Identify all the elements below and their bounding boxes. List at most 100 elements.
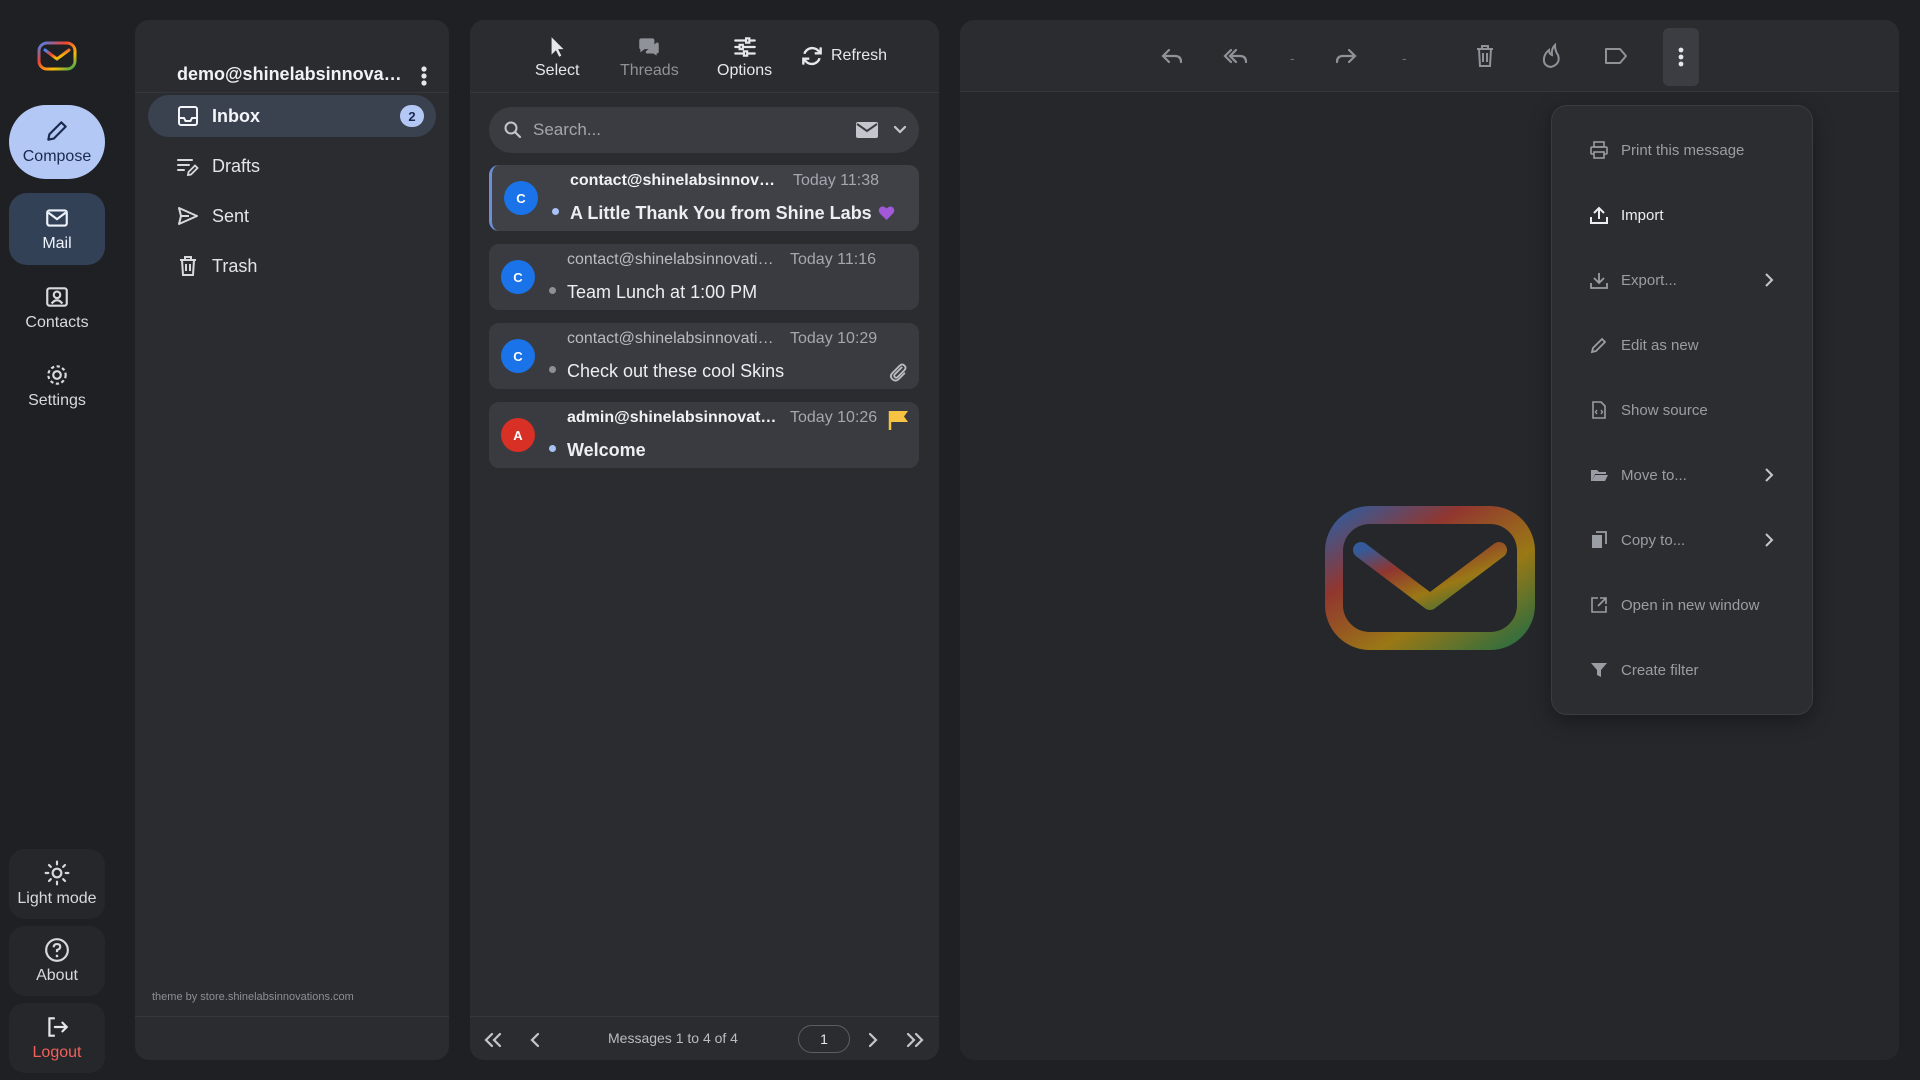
message-subject: Team Lunch at 1:00 PM	[567, 282, 758, 302]
about-button[interactable]: About	[9, 926, 105, 996]
options-label: Options	[717, 62, 773, 79]
divider	[135, 1016, 449, 1017]
menu-item-create-filter[interactable]: Create filter	[1552, 645, 1812, 695]
message-from: contact@shinelabsinnovatio...	[567, 251, 779, 268]
drafts-icon	[177, 159, 199, 177]
label-tag-icon[interactable]	[1602, 42, 1630, 70]
search-bar[interactable]	[489, 107, 919, 153]
threads-button[interactable]: Threads	[620, 34, 679, 80]
cursor-icon	[551, 37, 564, 57]
app-rail: Compose Mail Contacts Settings Light mod…	[0, 0, 114, 1080]
forward-icon[interactable]	[1332, 42, 1360, 70]
logout-icon	[48, 1017, 69, 1037]
menu-item-export[interactable]: Export...	[1552, 255, 1812, 305]
folder-trash[interactable]: Trash	[148, 245, 436, 287]
sun-icon	[44, 860, 70, 886]
folder-label: Inbox	[212, 105, 260, 126]
read-dot	[549, 366, 556, 373]
message-row[interactable]: C contact@shinelabsinnovatio... Today 11…	[489, 244, 919, 310]
previous-page-icon[interactable]	[522, 1027, 548, 1053]
reply-icon[interactable]	[1158, 42, 1186, 70]
junk-flame-icon[interactable]	[1537, 42, 1565, 70]
folder-inbox[interactable]: Inbox 2	[148, 95, 436, 137]
avatar: A	[501, 418, 535, 452]
message-from: admin@shinelabsinnovation...	[567, 409, 779, 426]
folder-label: Trash	[212, 255, 258, 276]
settings-label: Settings	[28, 392, 86, 409]
refresh-label: Refresh	[831, 47, 888, 64]
next-page-icon[interactable]	[860, 1027, 886, 1053]
message-row[interactable]: C contact@shinelabsinnovatio... Today 10…	[489, 323, 919, 389]
menu-item-label: Print this message	[1621, 141, 1745, 159]
message-list-panel: Select Threads Options Refresh C contact…	[470, 20, 939, 1060]
envelope-icon[interactable]	[855, 120, 879, 140]
menu-item-label: Create filter	[1621, 661, 1699, 679]
message-row[interactable]: C contact@shinelabsinnovatio... Today 11…	[489, 165, 919, 231]
mail-icon	[46, 209, 68, 227]
menu-item-copy-to[interactable]: Copy to...	[1552, 515, 1812, 565]
folder-open-icon	[1591, 470, 1608, 481]
more-vertical-icon[interactable]	[413, 64, 435, 88]
threads-label: Threads	[620, 62, 679, 79]
separator: -	[1290, 50, 1295, 66]
flag-icon[interactable]	[887, 408, 911, 432]
logout-label: Logout	[32, 1044, 82, 1061]
compose-button[interactable]: Compose	[9, 105, 105, 179]
compose-label: Compose	[22, 148, 92, 165]
menu-item-import[interactable]: Import	[1552, 190, 1812, 240]
file-code-icon	[1592, 401, 1606, 419]
divider	[470, 92, 939, 93]
more-actions-menu: Print this message Import Export... Edit…	[1551, 105, 1813, 715]
more-vertical-icon	[1678, 47, 1684, 67]
search-input[interactable]	[533, 120, 833, 140]
select-button[interactable]: Select	[535, 34, 579, 80]
light-mode-label: Light mode	[17, 890, 97, 907]
unread-badge: 2	[400, 105, 424, 127]
light-mode-button[interactable]: Light mode	[9, 849, 105, 919]
read-dot	[549, 287, 556, 294]
menu-item-label: Move to...	[1621, 466, 1687, 484]
menu-item-label: Copy to...	[1621, 531, 1686, 549]
message-row[interactable]: A admin@shinelabsinnovation... Today 10:…	[489, 402, 919, 468]
folder-drafts[interactable]: Drafts	[148, 145, 436, 187]
options-button[interactable]: Options	[717, 34, 772, 80]
avatar: C	[504, 181, 538, 215]
chevron-down-icon[interactable]	[891, 121, 909, 139]
sliders-icon	[733, 37, 756, 57]
message-date: Today 11:38	[793, 172, 879, 189]
trash-icon	[180, 256, 196, 276]
refresh-button[interactable]: Refresh	[799, 43, 887, 69]
more-actions-button[interactable]	[1663, 28, 1699, 86]
nav-contacts[interactable]: Contacts	[9, 276, 105, 340]
nav-settings[interactable]: Settings	[9, 354, 105, 418]
folder-sent[interactable]: Sent	[148, 195, 436, 237]
page-number-input[interactable]: 1	[798, 1025, 850, 1053]
folder-label: Drafts	[212, 155, 261, 176]
message-subject: Check out these cool Skins	[567, 361, 785, 381]
menu-item-open-new-window[interactable]: Open in new window	[1552, 580, 1812, 630]
printer-icon	[1590, 141, 1608, 159]
menu-item-move-to[interactable]: Move to...	[1552, 450, 1812, 500]
nav-mail[interactable]: Mail	[9, 193, 105, 265]
refresh-icon	[802, 46, 822, 66]
menu-item-label: Show source	[1621, 401, 1708, 419]
copy-icon	[1592, 531, 1607, 548]
divider	[135, 92, 449, 93]
menu-item-print[interactable]: Print this message	[1552, 125, 1812, 175]
menu-item-label: Export...	[1621, 271, 1677, 289]
chevron-right-icon	[1765, 533, 1774, 547]
last-page-icon[interactable]	[902, 1027, 928, 1053]
menu-item-show-source[interactable]: Show source	[1552, 385, 1812, 435]
purple-heart-icon	[878, 206, 894, 220]
inbox-icon	[178, 106, 198, 126]
delete-icon[interactable]	[1471, 42, 1499, 70]
avatar: C	[501, 339, 535, 373]
about-label: About	[36, 967, 78, 984]
reply-all-icon[interactable]	[1222, 42, 1250, 70]
message-count: Messages 1 to 4 of 4	[608, 1030, 738, 1046]
menu-item-edit-as-new[interactable]: Edit as new	[1552, 320, 1812, 370]
external-link-icon	[1591, 597, 1607, 613]
first-page-icon[interactable]	[480, 1027, 506, 1053]
logout-button[interactable]: Logout	[9, 1003, 105, 1073]
chat-bubbles-icon	[639, 38, 660, 56]
